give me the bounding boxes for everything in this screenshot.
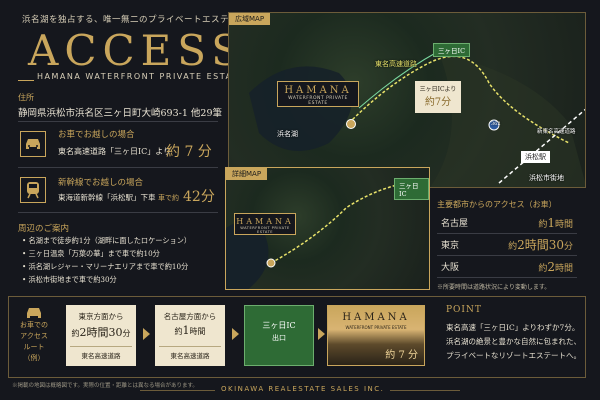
surroundings-item: • 浜松市街地まで車で約30分 [22,275,117,284]
brand-name: OKINAWA REALESTATE SALES INC. [215,385,391,393]
train-method-time: 42分 [183,189,215,205]
route-label: お車での アクセス ルート（例） [20,321,48,362]
car-method-desc: 東名高速道路「三ヶ日IC」より [58,147,172,156]
estate-pin-icon[interactable] [346,119,356,129]
detail-estate-logo: HAMANA WATERFRONT PRIVATE ESTATE [234,213,296,235]
divider [18,167,218,168]
car-method-time: 約 7 分 [166,144,212,160]
wide-map-tag: 広域MAP [229,13,271,25]
footnote: ※掲載の地図は概略図です。実際の位置・距離とは異なる場合があります。 [12,383,198,389]
route-arrow-icon [232,328,239,340]
car-method-title: お車でお越しの場合 [58,130,135,140]
title-caption: HAMANA WATERFRONT PRIVATE ESTATE [34,72,248,81]
city-row-tokyo: 東京 約2時間30分 [437,234,577,256]
lake-label: 浜名湖 [277,130,298,138]
detail-ic-tag: 三ヶ日IC [394,178,429,200]
city-row-nagoya: 名古屋 約1時間 [437,212,577,234]
route-arrow-icon [143,328,150,340]
divider [18,212,218,213]
surroundings-item: • 名湖まで徒歩約1分（湖畔に面したロケーション） [22,236,192,245]
station-label: 浜松駅 [521,151,550,163]
car-icon [20,131,46,157]
ring-road-label: 新東名高速道路 [537,129,576,135]
surroundings-item: • 浜名湖レジャー・マリーナエリアまで車で約10分 [22,262,189,271]
divider [18,121,218,122]
detail-map-tag: 詳細MAP [226,168,268,180]
train-time-prefix: 車で約 [158,194,179,202]
route-card-tokyo: 東京方面から 約2時間30分 東名高速道路 [66,305,136,366]
point-text: 浜名湖の絶景と豊かな自然に包まれた、 [446,337,581,346]
route-number: 362 [491,121,501,127]
route-arrow-icon [318,328,325,340]
city-row-osaka: 大阪 約2時間 [437,256,577,278]
point-text: プライベートなリゾートエステートへ。 [446,351,581,360]
surroundings-item: • 三ヶ日温泉「万葉の華」まで車で約10分 [22,249,160,258]
cities-note: ※所要時間は道路状況により変動します。 [437,284,551,291]
page-subtitle: 浜名湖を独占する、唯一無二のプライベートエステート [22,15,248,25]
highway-label: 東名高速道路 [375,60,417,68]
wide-map[interactable]: 広域MAP HAMANA WATERFRONT PRIVATE ESTATE 浜… [228,12,586,188]
estate-logo: HAMANA WATERFRONT PRIVATE ESTATE [277,81,359,107]
ic-callout: 三ヶ日ICより 約7分 [415,81,461,113]
page-title: ACCESS [28,26,247,75]
train-icon [20,177,46,203]
detail-map[interactable]: 詳細MAP 三ヶ日IC HAMANA WATERFRONT PRIVATE ES… [225,167,430,290]
route-card-ic: 三ヶ日IC 出口 [244,305,314,366]
train-method-desc: 東海道新幹線「浜松駅」下車 [58,193,156,202]
train-method-title: 新幹線でお越しの場合 [58,178,144,188]
address-value: 静岡県浜松市浜名区三ヶ日町大崎693-1 他29筆 [18,108,222,119]
point-text: 東名高速「三ヶ日IC」よりわずか7分。 [446,323,580,332]
ic-tag: 三ヶ日IC [433,43,471,57]
address-label: 住所 [18,93,34,102]
point-title: POINT [446,305,482,315]
route-card-nagoya: 名古屋方面から 約1時間 東名高速道路 [155,305,225,366]
cities-title: 主要都市からのアクセス（お車） [437,200,557,209]
surroundings-title: 周辺のご案内 [18,224,70,234]
city-label: 浜松市街地 [529,174,564,182]
route-destination-card: HAMANA WATERFRONT PRIVATE ESTATE 約 7 分 [327,305,425,366]
